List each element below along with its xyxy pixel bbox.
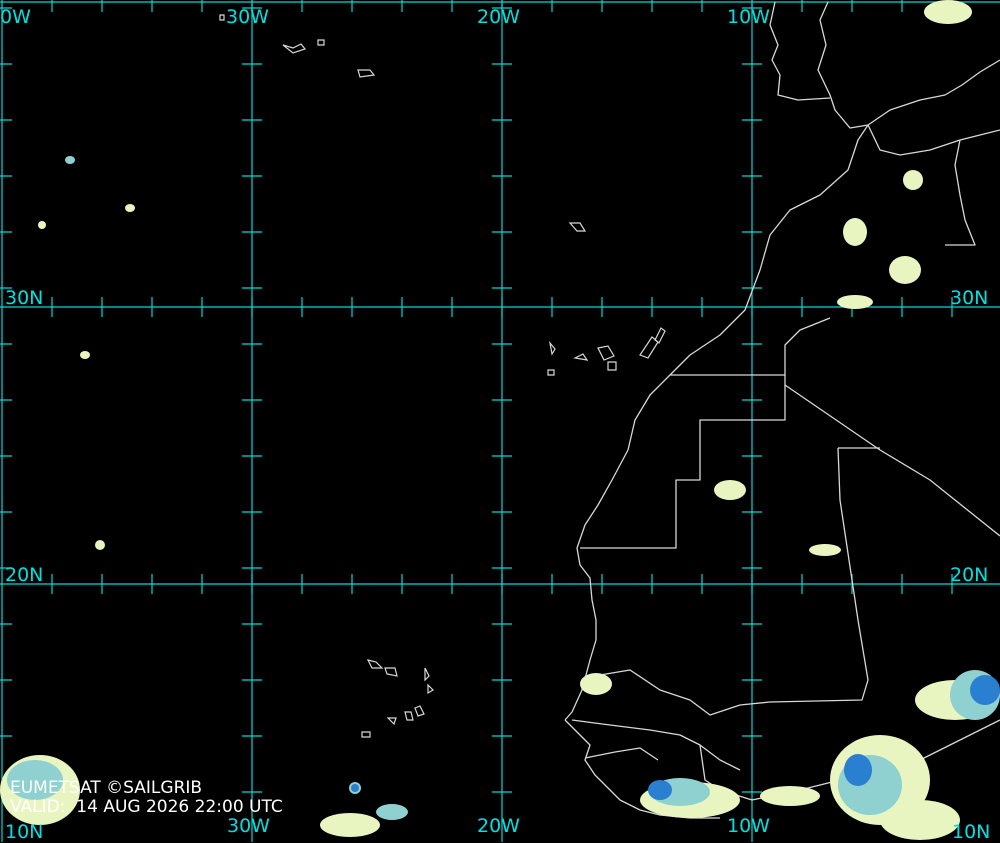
lon-label-40w-top: 0W [0,6,31,28]
lat-label-20n-right: 20N [950,564,989,586]
lon-label-30w-top: 30W [226,6,269,28]
lat-label-30n-right: 30N [950,287,989,309]
satellite-map [0,0,1000,842]
map-background [0,0,1000,842]
lat-label-10n-right: 10N [952,821,991,843]
source-credit: EUMETSAT ©SAILGRIB [10,778,203,798]
lon-label-10w-top: 10W [727,6,770,28]
lat-label-10n-left: 10N [5,821,44,843]
lon-label-20w-bottom: 20W [477,815,520,837]
valid-label: VALID: [10,797,66,817]
lon-label-30w-bottom: 30W [227,815,270,837]
valid-time: 14 AUG 2026 22:00 UTC [76,797,283,817]
lon-label-10w-bottom: 10W [727,815,770,837]
lat-label-30n-left: 30N [5,287,44,309]
lon-label-20w-top: 20W [477,6,520,28]
valid-time-row: VALID: 14 AUG 2026 22:00 UTC [10,799,283,816]
lat-label-20n-left: 20N [5,564,44,586]
